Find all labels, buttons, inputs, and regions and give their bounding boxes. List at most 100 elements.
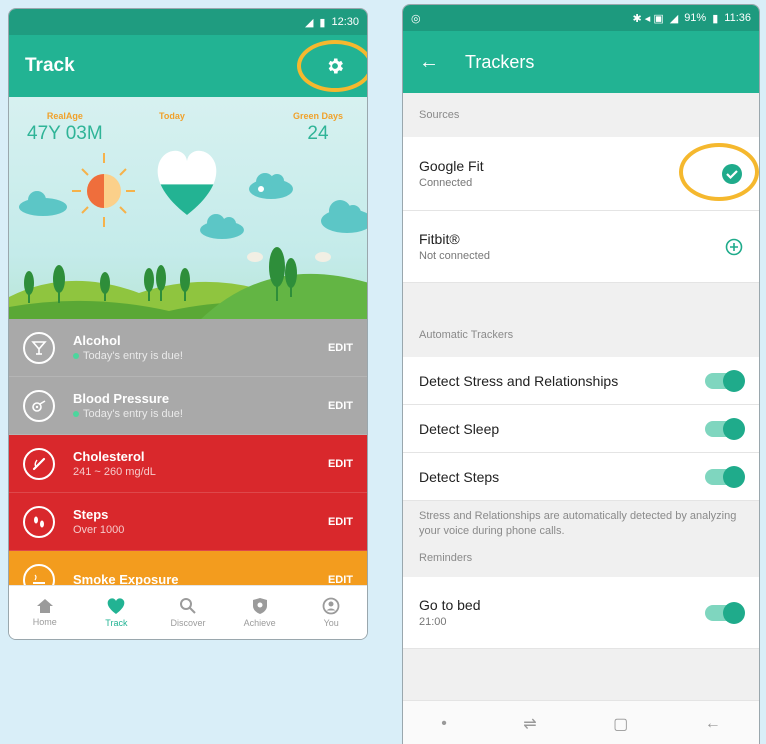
section-header: Sources	[419, 109, 460, 121]
cloud-icon	[200, 214, 244, 239]
section-header: Automatic Trackers	[419, 329, 514, 341]
tracker-name: Alcohol	[73, 333, 121, 348]
signal-icon: ◢	[669, 12, 679, 25]
tracker-status: Today's entry is due!	[83, 408, 183, 420]
toggle-switch[interactable]	[705, 369, 745, 392]
person-icon	[322, 597, 340, 615]
section-header: Reminders	[419, 552, 473, 564]
add-circle-icon[interactable]	[725, 238, 743, 256]
app-bar: ← Trackers	[403, 31, 759, 93]
system-nav-bar: • ⇌ ▢ ←	[403, 700, 759, 744]
due-dot	[73, 353, 79, 359]
toggle-row-sleep[interactable]: Detect Sleep	[403, 405, 759, 453]
tracker-row-alcohol[interactable]: Alcohol Today's entry is due! EDIT	[9, 319, 367, 377]
cocktail-icon	[23, 331, 55, 364]
status-battery: 91%	[684, 12, 707, 24]
status-bar: ◎ ✱ ◂ ▣ ◢ 91% ▮ 11:36	[403, 5, 759, 31]
reminder-label: Go to bed	[419, 597, 481, 613]
source-fitbit[interactable]: Fitbit® Not connected	[403, 211, 759, 283]
sun-icon	[72, 153, 135, 227]
nav-achieve[interactable]: Achieve	[224, 586, 296, 639]
cholesterol-icon	[23, 447, 55, 480]
nav-label: Track	[105, 618, 128, 628]
source-name: Google Fit	[419, 158, 484, 174]
tracker-list: Alcohol Today's entry is due! EDIT Blood…	[9, 319, 367, 587]
nav-track[interactable]: Track	[81, 586, 153, 639]
heart-icon	[108, 598, 125, 614]
scene-graphic	[9, 150, 367, 321]
stress-note: Stress and Relationships are automatical…	[419, 510, 737, 537]
tracker-status: Today's entry is due!	[83, 350, 183, 362]
shield-icon	[252, 598, 267, 614]
dot-icon: •	[441, 714, 447, 732]
source-status: Connected	[419, 177, 473, 189]
tracker-row-blood-pressure[interactable]: Blood Pressure Today's entry is due! EDI…	[9, 377, 367, 435]
nav-label: Discover	[170, 618, 206, 628]
tracker-name: Blood Pressure	[73, 391, 170, 406]
setting-label: Detect Stress and Relationships	[419, 372, 619, 389]
source-name: Fitbit®	[419, 231, 460, 247]
signal-icon: ◢	[304, 16, 314, 29]
search-icon	[179, 598, 196, 614]
highlight-ring	[679, 142, 759, 201]
home-icon	[36, 599, 53, 613]
tracker-row-cholesterol[interactable]: Cholesterol 241 ~ 260 mg/dL EDIT	[9, 435, 367, 493]
cloud-icon	[19, 191, 67, 216]
reminder-go-to-bed[interactable]: Go to bed 21:00	[403, 577, 759, 649]
toggle-switch[interactable]	[705, 465, 745, 488]
battery-icon: ▮	[319, 16, 326, 29]
bottom-nav: Home Track Discover Achieve You	[9, 585, 367, 639]
nav-label: Home	[32, 617, 57, 627]
source-status: Not connected	[419, 250, 490, 262]
toggle-switch[interactable]	[705, 601, 745, 624]
status-time: 12:30	[331, 16, 359, 28]
app-bar: Track	[9, 35, 367, 97]
notification-icons: ✱ ◂ ▣	[632, 12, 664, 25]
footsteps-icon	[23, 505, 55, 538]
track-screen: ◢ ▮ 12:30 Track RealAge 47Y 03M Today Gr…	[8, 8, 368, 640]
today-heart-icon	[157, 150, 217, 215]
setting-label: Detect Steps	[419, 468, 500, 485]
cloud-icon	[249, 173, 293, 199]
toggle-row-stress[interactable]: Detect Stress and Relationships	[403, 357, 759, 405]
settings-button[interactable]	[297, 40, 367, 92]
edit-button[interactable]: EDIT	[328, 516, 353, 528]
home-square-icon[interactable]: ▢	[613, 714, 628, 734]
page-title: Track	[25, 55, 75, 76]
cloud-icon	[321, 200, 367, 233]
nav-home[interactable]: Home	[9, 586, 81, 639]
trackers-settings-screen: ◎ ✱ ◂ ▣ ◢ 91% ▮ 11:36 ← Trackers Sources…	[402, 4, 760, 744]
tracker-name: Cholesterol	[73, 449, 145, 464]
back-icon[interactable]: ←	[705, 715, 721, 733]
status-time: 11:36	[724, 12, 751, 24]
battery-icon: ▮	[712, 12, 719, 25]
nav-discover[interactable]: Discover	[152, 586, 224, 639]
back-arrow-icon[interactable]: ←	[419, 51, 439, 74]
source-google-fit[interactable]: Google Fit Connected	[403, 137, 759, 211]
due-dot	[73, 411, 79, 417]
edit-button[interactable]: EDIT	[328, 342, 353, 354]
status-bar: ◢ ▮ 12:30	[9, 9, 367, 35]
nav-you[interactable]: You	[295, 586, 367, 639]
tracker-name: Steps	[73, 507, 109, 522]
highlight-ring	[297, 40, 367, 92]
recent-apps-icon[interactable]: ⇌	[523, 714, 536, 734]
tracker-status: 241 ~ 260 mg/dL	[73, 466, 156, 478]
reminder-time: 21:00	[419, 616, 447, 628]
nav-label: Achieve	[243, 618, 276, 628]
smoke-icon	[23, 563, 55, 587]
settings-list: Sources Google Fit Connected Fitbit® Not…	[403, 93, 759, 744]
toggle-switch[interactable]	[705, 417, 745, 440]
connected-check-button[interactable]	[679, 142, 759, 201]
edit-button[interactable]: EDIT	[328, 458, 353, 470]
edit-button[interactable]: EDIT	[328, 400, 353, 412]
nav-label: You	[323, 618, 339, 628]
edit-button[interactable]: EDIT	[328, 574, 353, 586]
tracker-row-steps[interactable]: Steps Over 1000 EDIT	[9, 493, 367, 551]
tracker-status: Over 1000	[73, 524, 125, 536]
tracker-row-smoke-exposure[interactable]: Smoke Exposure EDIT	[9, 551, 367, 587]
setting-label: Detect Sleep	[419, 420, 500, 437]
hero-illustration: RealAge 47Y 03M Today Green Days 24	[9, 97, 367, 321]
toggle-row-steps[interactable]: Detect Steps	[403, 453, 759, 501]
blood-pressure-icon	[23, 389, 55, 422]
